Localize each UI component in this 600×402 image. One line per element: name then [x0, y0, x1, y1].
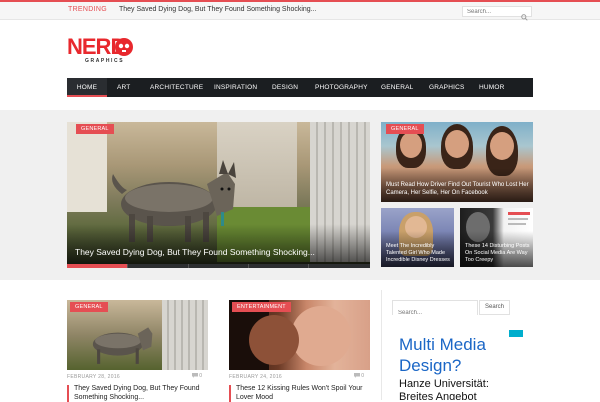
featured-slider[interactable]: GENERAL They Saved Dying Dog, But They F… — [67, 122, 370, 268]
site-logo[interactable]: NERD GRAPHICS — [67, 36, 139, 66]
comment-count[interactable]: 0 — [191, 373, 202, 379]
nav-item-art[interactable]: ART — [117, 78, 130, 97]
slider-dot-5[interactable] — [309, 264, 370, 268]
grid-card-title[interactable]: Meet The Incredibly Talented Girl Who Ma… — [386, 243, 452, 264]
nav-item-humor[interactable]: HUMOR — [479, 78, 505, 97]
post-title[interactable]: They Saved Dying Dog, But They Found Som… — [67, 385, 202, 402]
grid-card-small[interactable]: Meet The Incredibly Talented Girl Who Ma… — [381, 208, 454, 267]
sidebar-search-button[interactable]: Search — [479, 300, 510, 315]
category-badge[interactable]: GENERAL — [76, 124, 114, 134]
top-search-input[interactable] — [463, 7, 519, 16]
nav-item-home[interactable]: HOME — [67, 78, 107, 97]
post-meta: FEBRUARY 28, 2016 0 — [67, 372, 208, 384]
sidebar-search-box[interactable] — [392, 300, 478, 320]
post-card[interactable]: ENTERTAINMENT FEBRUARY 24, 2016 0 These … — [229, 300, 370, 402]
slider-dot-3[interactable] — [189, 264, 249, 268]
sidebar-divider — [381, 290, 382, 400]
nav-item-inspiration[interactable]: INSPIRATION — [214, 78, 257, 97]
logo-skull-icon — [115, 38, 133, 56]
top-bar: TRENDING They Saved Dying Dog, But They … — [0, 0, 600, 21]
main-nav: HOME ART ARCHITECTURE INSPIRATION DESIGN… — [67, 78, 533, 97]
logo-tagline: GRAPHICS — [85, 58, 125, 64]
nav-item-photography[interactable]: PHOTOGRAPHY — [315, 78, 368, 97]
post-card[interactable]: GENERAL FEBRUARY 28, 2016 0 They Saved D… — [67, 300, 208, 402]
post-meta: FEBRUARY 24, 2016 0 — [229, 372, 370, 384]
comment-icon — [353, 373, 360, 378]
nav-item-graphics[interactable]: GRAPHICS — [429, 78, 465, 97]
grid-card-large[interactable]: GENERAL Must Read How Driver Find Out To… — [381, 122, 533, 202]
category-badge[interactable]: ENTERTAINMENT — [232, 302, 291, 312]
featured-overlay — [67, 224, 370, 264]
grid-card-title[interactable]: These 14 Disturbing Posts On Social Medi… — [465, 243, 531, 264]
comment-count[interactable]: 0 — [353, 373, 364, 379]
slider-dot-1[interactable] — [67, 264, 128, 268]
slider-dot-2[interactable] — [128, 264, 189, 268]
trending-headline-link[interactable]: They Saved Dying Dog, But They Found Som… — [119, 6, 317, 13]
grid-card-small[interactable]: These 14 Disturbing Posts On Social Medi… — [460, 208, 533, 267]
nav-item-architecture[interactable]: ARCHITECTURE — [150, 78, 203, 97]
advertisement[interactable]: Multi Media Design? Hanze Universität: B… — [392, 330, 523, 400]
trending-label: TRENDING — [68, 6, 107, 13]
post-thumbnail[interactable]: GENERAL — [67, 300, 208, 370]
post-thumbnail[interactable]: ENTERTAINMENT — [229, 300, 370, 370]
slider-pagination — [67, 264, 370, 268]
slider-dot-4[interactable] — [249, 264, 309, 268]
featured-title[interactable]: They Saved Dying Dog, But They Found Som… — [75, 247, 315, 257]
category-badge[interactable]: GENERAL — [70, 302, 108, 312]
category-badge[interactable]: GENERAL — [386, 124, 424, 134]
comment-icon — [191, 373, 198, 378]
grid-card-title[interactable]: Must Read How Driver Find Out Tourist Wh… — [386, 182, 531, 197]
nav-item-design[interactable]: DESIGN — [272, 78, 298, 97]
ad-headline[interactable]: Multi Media Design? — [399, 334, 523, 376]
top-search-box[interactable] — [462, 6, 532, 21]
sidebar-search-input[interactable] — [393, 306, 477, 320]
nav-item-general[interactable]: GENERAL — [381, 78, 413, 97]
ad-description[interactable]: Hanze Universität: Breites Angebot — [399, 378, 523, 400]
post-date: FEBRUARY 24, 2016 — [229, 374, 282, 380]
post-date: FEBRUARY 28, 2016 — [67, 374, 120, 380]
search-icon[interactable] — [521, 8, 528, 26]
post-title[interactable]: These 12 Kissing Rules Won't Spoil Your … — [229, 385, 364, 402]
